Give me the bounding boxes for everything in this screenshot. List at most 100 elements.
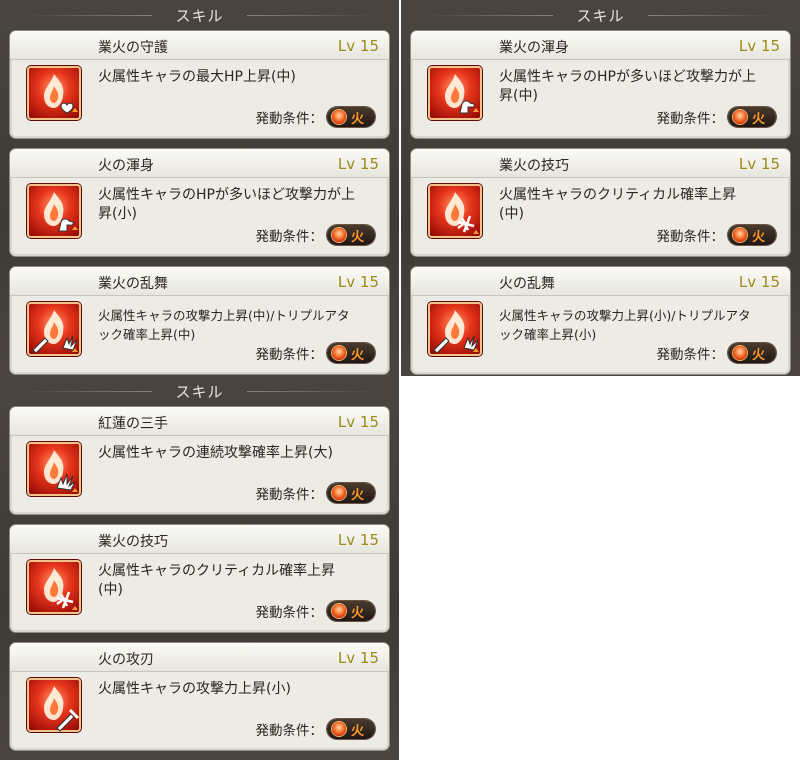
skill-name: 火の攻刃 — [98, 652, 154, 668]
activation-condition: 発動条件： 火 — [255, 718, 375, 740]
skill-description: 火属性キャラのHPが多いほど攻撃力が上昇(中) — [499, 69, 756, 104]
skill-card-header: 火の渾身 Lv 15 — [10, 149, 389, 178]
condition-label: 発動条件： — [656, 347, 725, 363]
flame-sword-sparks-icon — [27, 302, 81, 356]
fire-element-badge: 火 — [327, 483, 375, 503]
flame-arm-icon — [428, 66, 482, 120]
fire-orb-icon — [332, 228, 346, 242]
flame-heart-icon — [27, 66, 81, 120]
element-label: 火 — [351, 111, 365, 127]
skill-description: 火属性キャラの攻撃力上昇(中)/トリプルアタック確率上昇(中) — [98, 308, 350, 342]
skill-panel-2: スキル 業火の渾身 Lv 15 火属性キャラのHPが多いほど攻撃力が上昇(中) … — [401, 0, 800, 376]
skill-card[interactable]: 業火の守護 Lv 15 火属性キャラの最大HP上昇(中) 発動条件： 火 — [10, 31, 389, 138]
skill-card-header: 業火の乱舞 Lv 15 — [10, 267, 389, 296]
element-label: 火 — [351, 347, 365, 363]
panel-header: スキル — [401, 0, 800, 30]
skill-name: 業火の技巧 — [98, 534, 168, 550]
skill-name: 業火の渾身 — [499, 40, 569, 56]
element-label: 火 — [752, 347, 766, 363]
panel-title: スキル — [175, 7, 224, 25]
skill-level: Lv 15 — [337, 413, 379, 431]
skill-card[interactable]: 火の乱舞 Lv 15 火属性キャラの攻撃力上昇(小)/トリプルアタック確率上昇(… — [411, 267, 790, 374]
skill-card-header: 紅蓮の三手 Lv 15 — [10, 407, 389, 436]
skill-level: Lv 15 — [337, 37, 379, 55]
fire-element-badge: 火 — [327, 719, 375, 739]
fire-element-badge: 火 — [327, 107, 375, 127]
skill-card[interactable]: 業火の乱舞 Lv 15 火属性キャラの攻撃力上昇(中)/トリプルアタック確率上昇… — [10, 267, 389, 374]
activation-condition: 発動条件： 火 — [255, 600, 375, 622]
activation-condition: 発動条件： 火 — [255, 224, 375, 246]
skill-card[interactable]: 業火の技巧 Lv 15 火属性キャラのクリティカル確率上昇(中) 発動条件： 火 — [10, 525, 389, 632]
fire-orb-icon — [332, 722, 346, 736]
fire-element-badge: 火 — [327, 601, 375, 621]
skill-card-header: 業火の守護 Lv 15 — [10, 31, 389, 60]
skill-panel-3: スキル 紅蓮の三手 Lv 15 火属性キャラの連続攻撃確率上昇(大) 発動条件：… — [0, 376, 399, 760]
condition-label: 発動条件： — [255, 605, 324, 621]
skill-card[interactable]: 火の渾身 Lv 15 火属性キャラのHPが多いほど攻撃力が上昇(小) 発動条件：… — [10, 149, 389, 256]
element-label: 火 — [752, 111, 766, 127]
skill-level: Lv 15 — [337, 155, 379, 173]
skill-name: 業火の乱舞 — [98, 276, 168, 292]
panel-title: スキル — [576, 7, 625, 25]
fire-orb-icon — [733, 110, 747, 124]
skill-card[interactable]: 業火の渾身 Lv 15 火属性キャラのHPが多いほど攻撃力が上昇(中) 発動条件… — [411, 31, 790, 138]
flame-arm-icon — [27, 184, 81, 238]
skill-card-header: 火の乱舞 Lv 15 — [411, 267, 790, 296]
skill-name: 火の渾身 — [98, 158, 154, 174]
skill-description: 火属性キャラの攻撃力上昇(小) — [98, 681, 291, 697]
fire-element-badge: 火 — [728, 343, 776, 363]
flame-sword-icon — [27, 678, 81, 732]
skill-name: 火の乱舞 — [499, 276, 555, 292]
fire-element-badge: 火 — [327, 225, 375, 245]
skill-card-header: 業火の技巧 Lv 15 — [10, 525, 389, 554]
skill-level: Lv 15 — [738, 155, 780, 173]
fire-element-badge: 火 — [327, 343, 375, 363]
activation-condition: 発動条件： 火 — [255, 482, 375, 504]
activation-condition: 発動条件： 火 — [657, 106, 776, 128]
skill-level: Lv 15 — [738, 273, 780, 291]
skill-card[interactable]: 紅蓮の三手 Lv 15 火属性キャラの連続攻撃確率上昇(大) 発動条件： 火 — [10, 407, 389, 514]
skill-description: 火属性キャラの連続攻撃確率上昇(大) — [98, 445, 333, 461]
flame-critical-icon — [27, 560, 81, 614]
skill-level: Lv 15 — [337, 649, 379, 667]
skill-description: 火属性キャラのHPが多いほど攻撃力が上昇(小) — [98, 187, 355, 222]
fire-element-badge: 火 — [728, 107, 776, 127]
element-label: 火 — [351, 723, 365, 739]
skill-card-header: 火の攻刃 Lv 15 — [10, 643, 389, 672]
activation-condition: 発動条件： 火 — [657, 224, 776, 246]
skill-panel-1: スキル 業火の守護 Lv 15 火属性キャラの最大HP上昇(中) 発動条件： 火… — [0, 0, 399, 376]
panel-header: スキル — [0, 376, 399, 406]
condition-label: 発動条件： — [255, 229, 324, 245]
skill-name: 業火の技巧 — [499, 158, 569, 174]
skill-name: 業火の守護 — [98, 40, 168, 56]
activation-condition: 発動条件： 火 — [255, 106, 375, 128]
condition-label: 発動条件： — [255, 487, 324, 503]
skill-name: 紅蓮の三手 — [98, 416, 168, 432]
flame-sword-sparks-icon — [428, 302, 482, 356]
fire-element-badge: 火 — [728, 225, 776, 245]
flame-sparks-icon — [27, 442, 81, 496]
fire-orb-icon — [332, 604, 346, 618]
skill-level: Lv 15 — [738, 37, 780, 55]
skill-card[interactable]: 業火の技巧 Lv 15 火属性キャラのクリティカル確率上昇(中) 発動条件： 火 — [411, 149, 790, 256]
skill-description: 火属性キャラの攻撃力上昇(小)/トリプルアタック確率上昇(小) — [499, 308, 751, 342]
skill-description: 火属性キャラの最大HP上昇(中) — [98, 69, 296, 85]
element-label: 火 — [752, 229, 766, 245]
skill-card[interactable]: 火の攻刃 Lv 15 火属性キャラの攻撃力上昇(小) 発動条件： 火 — [10, 643, 389, 750]
skill-card-header: 業火の渾身 Lv 15 — [411, 31, 790, 60]
skill-card-header: 業火の技巧 Lv 15 — [411, 149, 790, 178]
fire-orb-icon — [733, 228, 747, 242]
skill-level: Lv 15 — [337, 531, 379, 549]
condition-label: 発動条件： — [255, 723, 324, 739]
activation-condition: 発動条件： 火 — [656, 342, 776, 364]
skill-description: 火属性キャラのクリティカル確率上昇(中) — [499, 187, 737, 222]
element-label: 火 — [351, 487, 365, 503]
panel-header: スキル — [0, 0, 399, 30]
element-label: 火 — [351, 229, 365, 245]
fire-orb-icon — [332, 110, 346, 124]
panel-title: スキル — [175, 383, 224, 401]
condition-label: 発動条件： — [255, 111, 324, 127]
condition-label: 発動条件： — [255, 347, 324, 363]
fire-orb-icon — [332, 346, 346, 360]
activation-condition: 発動条件： 火 — [255, 342, 375, 364]
